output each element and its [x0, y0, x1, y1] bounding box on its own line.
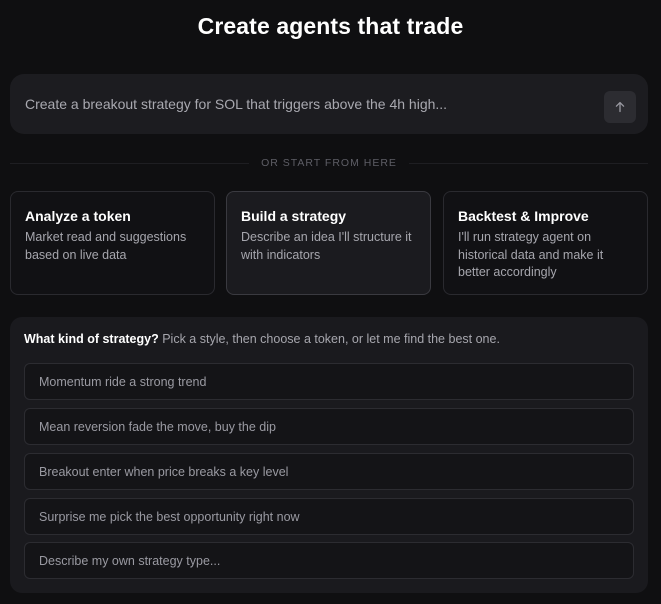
strategy-option-mean-reversion[interactable]: Mean reversion fade the move, buy the di… [24, 408, 634, 445]
send-button[interactable] [604, 91, 636, 123]
custom-strategy-field[interactable] [24, 542, 634, 579]
build-strategy-card[interactable]: Build a strategy Describe an idea I'll s… [226, 191, 431, 295]
section-divider: OR START FROM HERE [10, 156, 648, 170]
divider-line-right [408, 162, 648, 164]
card-title: Build a strategy [241, 208, 347, 224]
card-title: Backtest & Improve [458, 208, 589, 224]
strategy-prompt-input[interactable] [25, 92, 585, 116]
strategy-option-momentum[interactable]: Momentum ride a strong trend [24, 363, 634, 400]
strategy-question-bold: What kind of strategy? [24, 332, 159, 346]
strategy-option-breakout[interactable]: Breakout enter when price breaks a key l… [24, 453, 634, 490]
custom-strategy-input[interactable] [39, 553, 619, 568]
strategy-question-hint: Pick a style, then choose a token, or le… [162, 332, 500, 346]
strategy-type-panel: What kind of strategy? Pick a style, the… [10, 317, 648, 593]
divider-line-left [10, 162, 250, 164]
card-description: I'll run strategy agent on historical da… [458, 230, 604, 279]
strategy-question: What kind of strategy? Pick a style, the… [24, 332, 500, 346]
arrow-up-icon [615, 101, 625, 113]
analyze-token-card[interactable]: Analyze a token Market read and suggesti… [10, 191, 215, 295]
prompt-box [10, 74, 648, 134]
backtest-improve-card[interactable]: Backtest & Improve I'll run strategy age… [443, 191, 648, 295]
divider-label: OR START FROM HERE [261, 157, 397, 169]
page-title: Create agents that trade [197, 13, 464, 39]
card-description: Market read and suggestions based on liv… [25, 230, 187, 262]
card-description: Describe an idea I'll structure it with … [241, 230, 412, 262]
card-title: Analyze a token [25, 208, 131, 224]
strategy-option-surprise[interactable]: Surprise me pick the best opportunity ri… [24, 498, 634, 535]
